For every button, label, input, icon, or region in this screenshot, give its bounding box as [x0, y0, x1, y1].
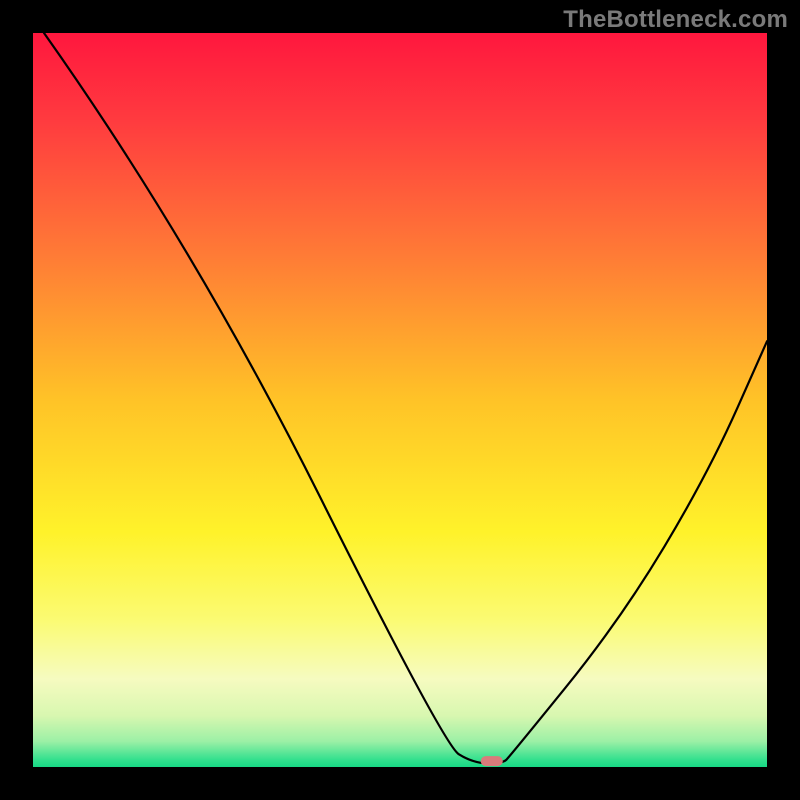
chart-container: TheBottleneck.com	[0, 0, 800, 800]
plot-area	[33, 33, 767, 767]
chart-svg	[33, 33, 767, 767]
watermark-text: TheBottleneck.com	[563, 6, 788, 34]
gradient-background	[33, 33, 767, 767]
optimum-marker	[481, 756, 503, 766]
